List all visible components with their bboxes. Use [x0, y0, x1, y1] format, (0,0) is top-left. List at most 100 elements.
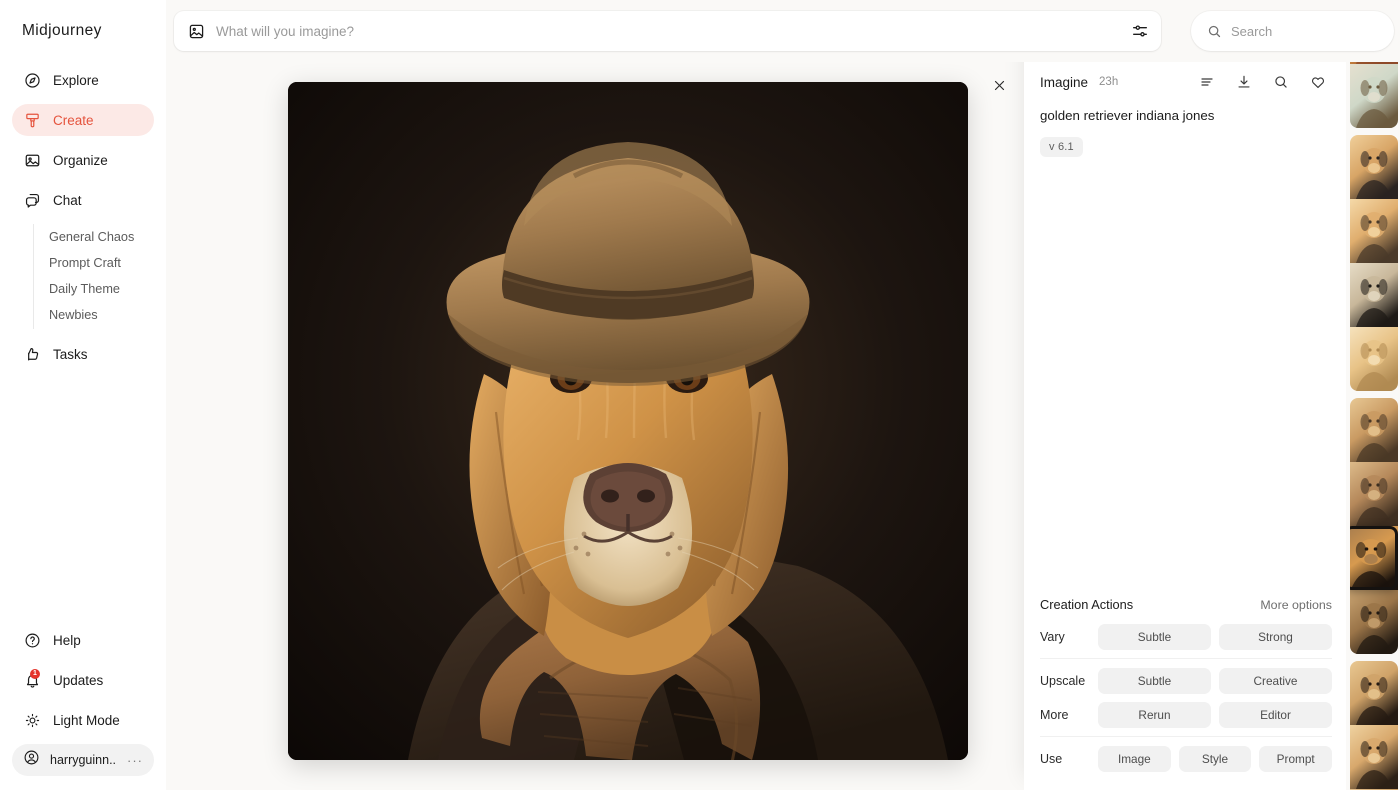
heart-icon[interactable]	[1310, 74, 1326, 90]
top-bar	[166, 0, 1400, 62]
thumbnail-item[interactable]	[1350, 199, 1398, 263]
sidebar-item-tasks[interactable]: Tasks	[12, 339, 154, 371]
thumbnail-art	[1350, 135, 1398, 199]
detail-timestamp: 23h	[1099, 76, 1118, 88]
thumbnail-art	[1350, 590, 1398, 654]
updates-badge: 1	[30, 669, 40, 679]
thumbnail-art	[1350, 263, 1398, 327]
thumbs-up-icon	[24, 346, 41, 363]
use-image-button[interactable]: Image	[1098, 746, 1171, 772]
sidebar-item-daily-theme[interactable]: Daily Theme	[47, 276, 154, 302]
hero-image-art	[288, 82, 968, 760]
sidebar-item-label: Tasks	[53, 347, 88, 362]
thumbnail-group	[1350, 135, 1398, 391]
brush-icon	[24, 112, 41, 129]
sidebar: Midjourney Explore Create	[0, 0, 166, 790]
image-folder-icon	[24, 152, 41, 169]
thumbnail-item[interactable]	[1350, 398, 1398, 462]
more-editor-button[interactable]: Editor	[1219, 702, 1332, 728]
user-name-label: harryguinn...	[50, 753, 117, 767]
sidebar-item-organize[interactable]: Organize	[12, 144, 154, 176]
user-circle-icon	[23, 749, 40, 771]
search-bar[interactable]	[1191, 11, 1394, 51]
thumbnail-art	[1350, 661, 1398, 725]
zoom-search-icon[interactable]	[1273, 74, 1289, 90]
detail-prompt-text[interactable]: golden retriever indiana jones	[1024, 90, 1346, 125]
sidebar-item-light-mode[interactable]: Light Mode	[12, 704, 154, 736]
sidebar-item-newbies[interactable]: Newbies	[47, 302, 154, 328]
sidebar-item-help[interactable]: Help	[12, 624, 154, 656]
thumbnail-item[interactable]	[1350, 462, 1398, 526]
action-row-label: Vary	[1040, 630, 1098, 644]
chat-bubble-icon	[24, 192, 41, 209]
chat-channel-list: General Chaos Prompt Craft Daily Theme N…	[33, 224, 154, 329]
thumbnail-art	[1350, 462, 1398, 526]
sidebar-item-explore[interactable]: Explore	[12, 64, 154, 96]
sidebar-item-general-chaos[interactable]: General Chaos	[47, 224, 154, 250]
detail-panel: Imagine 23h	[1024, 0, 1346, 790]
creation-actions-header: Creation Actions More options	[1040, 597, 1332, 612]
search-input[interactable]	[1231, 24, 1400, 39]
thumbnail-item[interactable]	[1350, 590, 1398, 654]
action-row-vary: Vary Subtle Strong	[1040, 624, 1332, 650]
prompt-bar[interactable]	[174, 11, 1161, 51]
thumbnail-item[interactable]	[1350, 526, 1398, 590]
thumbnail-art	[1350, 398, 1398, 462]
midjourney-app: Midjourney Explore Create	[0, 0, 1400, 790]
sidebar-item-create[interactable]: Create	[12, 104, 154, 136]
upscale-creative-button[interactable]: Creative	[1219, 668, 1332, 694]
user-menu-icon[interactable]: ···	[127, 753, 143, 768]
upscale-subtle-button[interactable]: Subtle	[1098, 668, 1211, 694]
primary-nav: Explore Create Organize	[12, 64, 154, 379]
thumbnail-art	[1350, 725, 1398, 789]
hero-image[interactable]	[288, 82, 968, 760]
sidebar-item-updates[interactable]: 1 Updates	[12, 664, 154, 696]
thumbnail-item[interactable]	[1350, 725, 1398, 789]
action-row-label: More	[1040, 708, 1098, 722]
version-badge[interactable]: v 6.1	[1040, 137, 1083, 157]
sidebar-item-label: Help	[53, 633, 81, 648]
action-row-label: Upscale	[1040, 674, 1098, 688]
compass-icon	[24, 72, 41, 89]
thumbnail-item[interactable]	[1350, 661, 1398, 725]
sidebar-item-label: Explore	[53, 73, 99, 88]
thumbnail-item[interactable]	[1350, 64, 1398, 128]
thumbnail-art	[1350, 64, 1398, 128]
download-icon[interactable]	[1236, 74, 1252, 90]
vary-subtle-button[interactable]: Subtle	[1098, 624, 1211, 650]
thumbnail-item[interactable]	[1350, 327, 1398, 391]
sidebar-item-label: Light Mode	[53, 713, 120, 728]
use-prompt-button[interactable]: Prompt	[1259, 746, 1332, 772]
sidebar-footer: Help 1 Updates	[12, 624, 154, 776]
thumbnail-item[interactable]	[1350, 135, 1398, 199]
prompt-input[interactable]	[216, 24, 1120, 39]
close-icon[interactable]	[988, 74, 1010, 96]
thumbnail-group	[1350, 398, 1398, 654]
sidebar-item-label: Chat	[53, 193, 82, 208]
action-row-more: More Rerun Editor	[1040, 702, 1332, 728]
question-circle-icon	[24, 632, 41, 649]
sidebar-item-prompt-craft[interactable]: Prompt Craft	[47, 250, 154, 276]
app-logo: Midjourney	[12, 0, 154, 58]
sidebar-item-label: Create	[53, 113, 94, 128]
list-lines-icon[interactable]	[1199, 74, 1215, 90]
creation-actions: Creation Actions More options Vary Subtl…	[1024, 597, 1346, 780]
image-icon[interactable]	[188, 23, 205, 40]
sidebar-item-chat[interactable]: Chat	[12, 184, 154, 216]
detail-action-icons	[1199, 74, 1326, 90]
detail-badges: v 6.1	[1024, 125, 1346, 157]
creation-actions-title: Creation Actions	[1040, 597, 1133, 612]
thumbnail-art	[1350, 199, 1398, 263]
search-icon	[1207, 24, 1222, 39]
thumbnail-item[interactable]	[1350, 263, 1398, 327]
user-account-button[interactable]: harryguinn... ···	[12, 744, 154, 776]
action-row-upscale: Upscale Subtle Creative	[1040, 658, 1332, 694]
thumbnail-art	[1350, 327, 1398, 391]
sliders-icon[interactable]	[1131, 22, 1149, 40]
thumbnail-filmstrip[interactable]	[1346, 0, 1400, 790]
more-options-button[interactable]: More options	[1260, 598, 1332, 612]
bell-icon: 1	[24, 672, 41, 689]
more-rerun-button[interactable]: Rerun	[1098, 702, 1211, 728]
vary-strong-button[interactable]: Strong	[1219, 624, 1332, 650]
use-style-button[interactable]: Style	[1179, 746, 1252, 772]
